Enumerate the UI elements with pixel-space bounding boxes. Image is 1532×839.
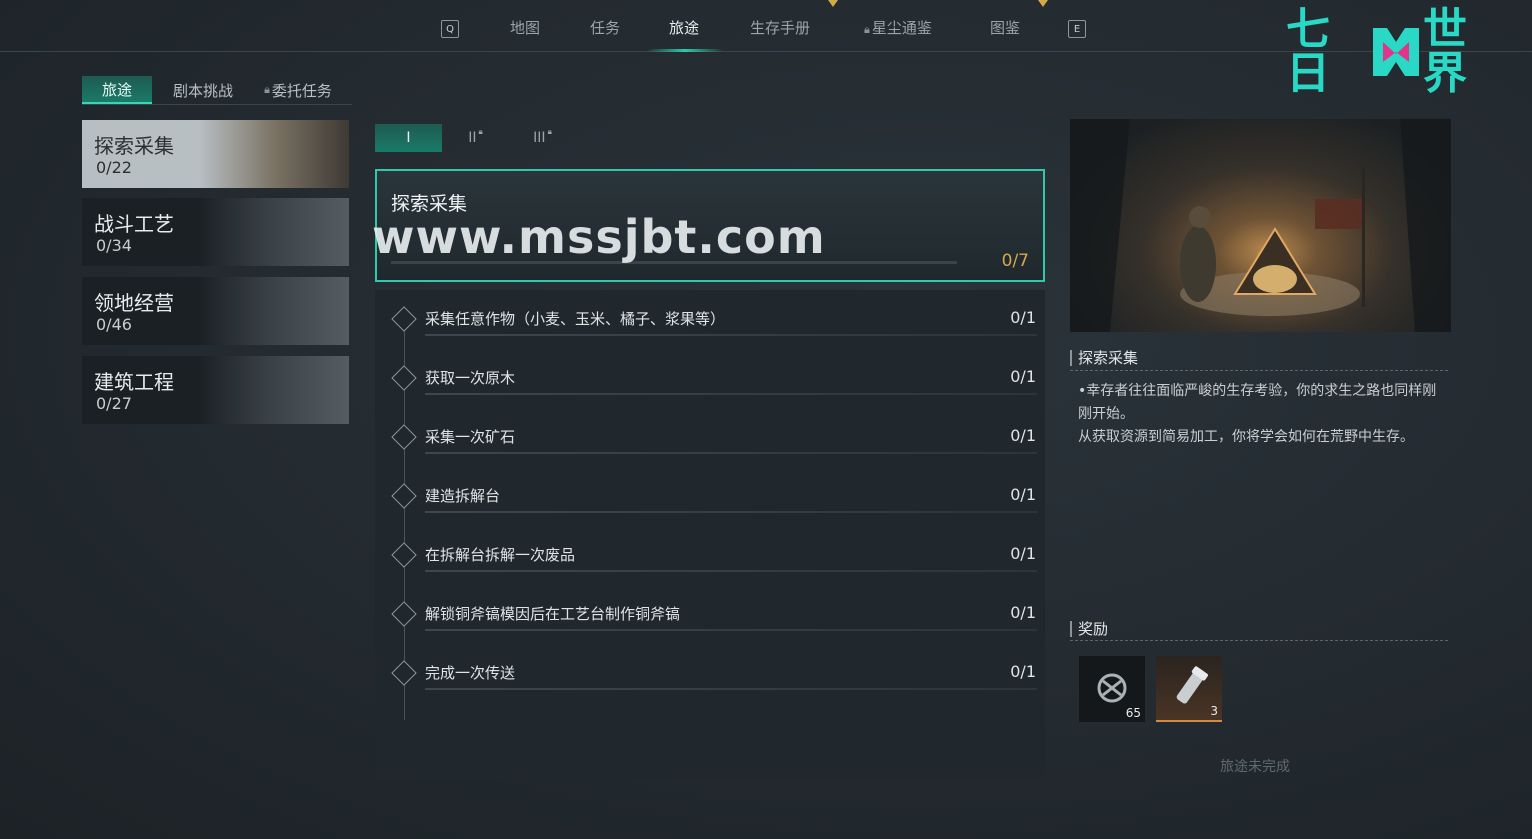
diamond-icon (391, 306, 417, 332)
objective-label: 完成一次传送 (425, 664, 516, 682)
detail-title: 探索采集 (1070, 350, 1138, 366)
objective-item: 解锁铜斧镐模因后在工艺台制作铜斧镐 0/1 (390, 597, 1040, 637)
objective-item: 采集一次矿石 0/1 (390, 420, 1040, 460)
objective-item: 完成一次传送 0/1 (390, 656, 1040, 696)
category-territory[interactable]: 领地经营 0/46 (82, 277, 349, 345)
diamond-icon (391, 660, 417, 686)
diamond-icon (391, 601, 417, 627)
tab-journey[interactable]: 旅途 (669, 17, 699, 38)
task-progress-text: 0/7 (1001, 251, 1029, 271)
reward-amount: 3 (1210, 704, 1218, 718)
category-thumbnail (199, 198, 349, 266)
divider (1070, 640, 1448, 641)
tab-label: 星尘通鉴 (871, 19, 932, 37)
watermark: www.mssjbt.com (372, 210, 826, 264)
objective-label: 获取一次原木 (425, 369, 516, 387)
tab-quests[interactable]: 任务 (590, 17, 620, 38)
subtab-journey[interactable]: 旅途 (82, 76, 152, 104)
detail-description: •幸存者往往面临严峻的生存考验，你的求生之路也同样刚刚开始。 从获取资源到简易加… (1070, 380, 1450, 449)
active-tab-indicator (647, 49, 723, 52)
divider (1070, 370, 1448, 371)
category-name: 建筑工程 (94, 370, 174, 394)
subtab-label: 委托任务 (271, 81, 332, 100)
logo-text-left: 七日 (1286, 4, 1330, 99)
tab-survival-manual[interactable]: 生存手册 (750, 17, 810, 38)
level-tab-2[interactable]: II 🔒︎ (442, 124, 509, 152)
reward-item[interactable]: 3 (1156, 656, 1222, 722)
notification-marker (828, 0, 838, 7)
key-hint-q[interactable]: Q (441, 20, 459, 38)
key-hint-e[interactable]: E (1068, 20, 1086, 38)
preview-image (1070, 119, 1451, 332)
category-thumbnail (199, 356, 349, 424)
objective-progress: 0/1 (1010, 426, 1036, 445)
divider (82, 104, 352, 105)
objective-underline (425, 511, 1037, 513)
reward-item[interactable]: 65 (1079, 656, 1145, 722)
category-combat-craft[interactable]: 战斗工艺 0/34 (82, 198, 349, 266)
category-name: 领地经营 (94, 291, 174, 315)
objective-progress: 0/1 (1010, 485, 1036, 504)
description-line: 从获取资源到简易加工，你将学会如何在荒野中生存。 (1078, 429, 1414, 445)
objective-label: 建造拆解台 (425, 487, 501, 505)
objective-item: 在拆解台拆解一次废品 0/1 (390, 538, 1040, 578)
description-line: •幸存者往往面临严峻的生存考验，你的求生之路也同样刚刚开始。 (1070, 380, 1450, 426)
category-count: 0/27 (96, 394, 132, 413)
category-count: 0/34 (96, 236, 132, 255)
reward-amount: 65 (1125, 706, 1141, 720)
level-label: II (468, 130, 477, 146)
rewards-title: 奖励 (1070, 621, 1108, 637)
tab-map[interactable]: 地图 (510, 17, 540, 38)
objective-underline (425, 334, 1037, 336)
category-thumbnail (199, 277, 349, 345)
lock-icon: 🔒︎ (264, 83, 270, 96)
game-logo: 七日 世界 (1286, 8, 1506, 96)
diamond-icon (391, 365, 417, 391)
objective-underline (425, 629, 1037, 631)
subtab-script-challenge[interactable]: 剧本挑战 (168, 76, 238, 104)
objective-underline (425, 688, 1037, 690)
lock-icon: 🔒︎ (864, 23, 870, 36)
category-name: 探索采集 (94, 134, 174, 158)
objective-item: 建造拆解台 0/1 (390, 479, 1040, 519)
logo-x-mark (1373, 28, 1419, 76)
objective-label: 在拆解台拆解一次废品 (425, 546, 576, 564)
level-tab-1[interactable]: I (375, 124, 442, 152)
diamond-icon (391, 483, 417, 509)
notification-marker (1038, 0, 1048, 7)
category-count: 0/22 (96, 158, 132, 177)
objective-underline (425, 393, 1037, 395)
category-construction[interactable]: 建筑工程 0/27 (82, 356, 349, 424)
category-count: 0/46 (96, 315, 132, 334)
level-tab-3[interactable]: III 🔒︎ (509, 124, 576, 152)
objective-progress: 0/1 (1010, 603, 1036, 622)
description-text: 幸存者往往面临严峻的生存考验，你的求生之路也同样刚刚开始。 (1078, 383, 1437, 422)
logo-text-right: 世界 (1423, 4, 1467, 99)
objective-item: 获取一次原木 0/1 (390, 361, 1040, 401)
diamond-icon (391, 542, 417, 568)
level-label: III (533, 130, 546, 146)
category-thumbnail (199, 120, 349, 188)
objective-label: 解锁铜斧镐模因后在工艺台制作铜斧镐 (425, 605, 681, 623)
category-name: 战斗工艺 (94, 212, 174, 236)
tab-stardust-codex[interactable]: 🔒︎ 星尘通鉴 (864, 17, 932, 38)
diamond-icon (391, 424, 417, 450)
category-explore-gather[interactable]: 探索采集 0/22 (82, 120, 349, 188)
objective-underline (425, 570, 1037, 572)
tab-handbook[interactable]: 图鉴 (990, 17, 1020, 38)
objective-progress: 0/1 (1010, 544, 1036, 563)
objective-progress: 0/1 (1010, 367, 1036, 386)
lock-icon: 🔒︎ (478, 127, 483, 136)
objective-underline (425, 452, 1037, 454)
objective-progress: 0/1 (1010, 308, 1036, 327)
objective-item: 采集任意作物（小麦、玉米、橘子、浆果等） 0/1 (390, 302, 1040, 342)
objective-progress: 0/1 (1010, 662, 1036, 681)
objective-label: 采集一次矿石 (425, 428, 516, 446)
journey-status: 旅途未完成 (1220, 759, 1290, 775)
lock-icon: 🔒︎ (547, 127, 552, 136)
objective-label: 采集任意作物（小麦、玉米、橘子、浆果等） (425, 310, 726, 328)
subtab-commission[interactable]: 🔒︎ 委托任务 (256, 76, 340, 104)
